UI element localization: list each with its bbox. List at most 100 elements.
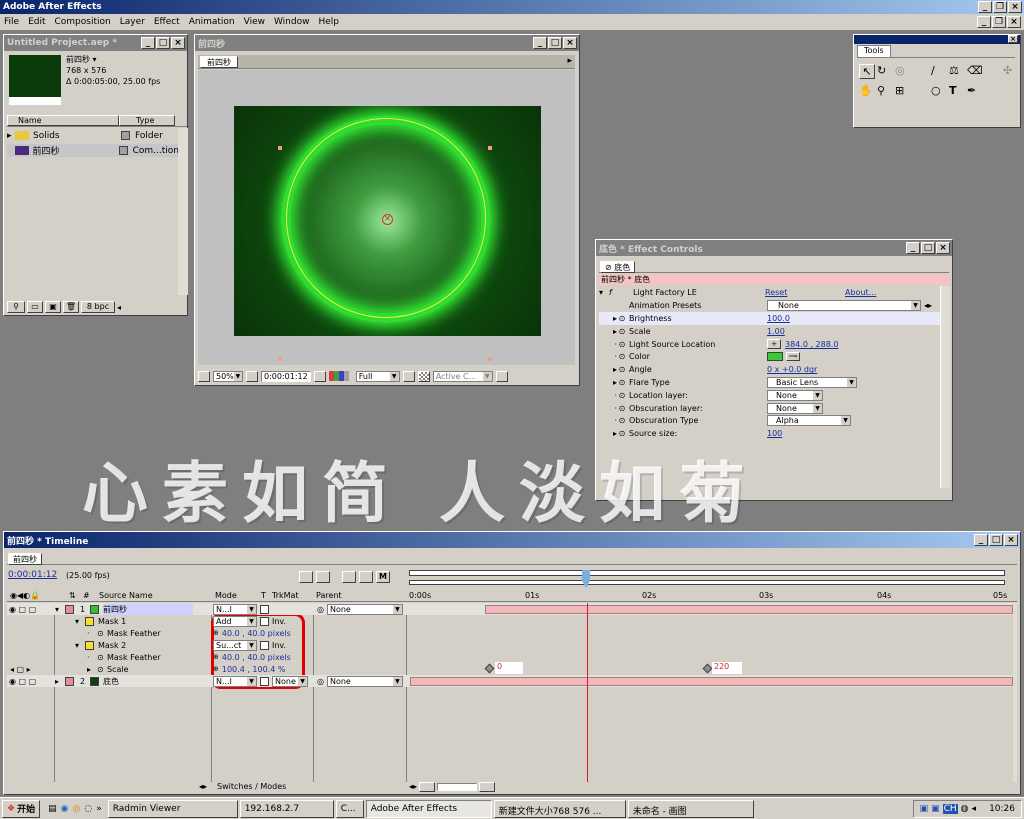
menu-animation[interactable]: Animation bbox=[189, 17, 235, 27]
label-swatch[interactable] bbox=[65, 604, 74, 614]
light-source-icon[interactable]: × bbox=[382, 214, 393, 225]
tools-tab[interactable]: Tools bbox=[857, 45, 891, 57]
stopwatch-icon[interactable]: ⊙ bbox=[617, 429, 627, 438]
timeline-row[interactable]: ▾ Mask 1 Add ▼ Inv. bbox=[7, 615, 1017, 627]
pan-behind-icon[interactable]: ⊞ bbox=[895, 84, 911, 97]
show-desktop-icon[interactable]: ▤ bbox=[48, 804, 57, 814]
presets-dropdown[interactable]: None ▼ bbox=[767, 300, 921, 311]
stopwatch-icon[interactable]: ⊙ bbox=[617, 391, 627, 400]
messenger-icon[interactable]: ◌ bbox=[84, 804, 92, 814]
comp-min[interactable]: _ bbox=[533, 37, 547, 49]
stopwatch-icon[interactable]: ⊙ bbox=[617, 378, 627, 387]
taskbar-item[interactable]: 新建文件大小768 576 ... bbox=[493, 799, 626, 818]
effect-value[interactable]: 1.00 bbox=[767, 327, 785, 336]
text-tool-icon[interactable]: T bbox=[949, 84, 965, 97]
draft-3d-icon[interactable] bbox=[342, 571, 356, 583]
effect-prop-row[interactable]: ▸ ⊙ Source size: 100 bbox=[599, 427, 940, 440]
effect-prop-row[interactable]: · ⊙ Light Source Location +384.0 , 288.0 bbox=[599, 338, 940, 351]
find-icon[interactable]: ⚲ bbox=[7, 301, 25, 313]
doc-minimize[interactable]: _ bbox=[977, 16, 991, 28]
new-comp-icon[interactable]: ▣ bbox=[45, 301, 61, 313]
project-item[interactable]: ▸ Solids Folder bbox=[7, 129, 178, 142]
expand-icon[interactable]: ▸ bbox=[599, 314, 617, 323]
tray-icon[interactable]: ▣ bbox=[931, 804, 940, 814]
property-value[interactable]: 100.4 , 100.4 % bbox=[222, 665, 286, 674]
ellipse-tool-icon[interactable]: ○ bbox=[931, 84, 947, 97]
switches-modes-button[interactable]: Switches / Modes bbox=[217, 782, 286, 791]
effect-dropdown[interactable]: Basic Lens ▼ bbox=[767, 377, 857, 388]
effect-prop-row[interactable]: ▸ ⊙ Brightness 100.0 bbox=[599, 312, 940, 325]
stopwatch-icon[interactable]: ⊙ bbox=[617, 327, 627, 336]
timeline-tab[interactable]: 前四秒 bbox=[8, 553, 42, 565]
frame-blending-icon[interactable] bbox=[359, 571, 373, 583]
trash-icon[interactable]: 🗑 bbox=[63, 301, 79, 313]
close-button[interactable]: × bbox=[1008, 1, 1022, 13]
av-switches[interactable]: ◉ ▢ ▢ bbox=[7, 605, 55, 614]
timeline-min[interactable]: _ bbox=[974, 534, 988, 546]
stopwatch-icon[interactable]: ⊙ bbox=[97, 653, 107, 662]
effect-prop-row[interactable]: ▸ ⊙ Flare Type Basic Lens ▼ bbox=[599, 376, 940, 389]
current-time[interactable]: 0:00:01:12 bbox=[8, 570, 57, 580]
resolution-dropdown[interactable]: Full ▼ bbox=[355, 370, 400, 382]
tools-close[interactable]: × bbox=[1008, 35, 1018, 43]
taskbar-item[interactable]: Radmin Viewer bbox=[107, 799, 238, 818]
bpc-button[interactable]: 8 bpc bbox=[81, 301, 115, 313]
effect-tab[interactable]: ⊘ 底色 bbox=[600, 261, 636, 273]
motion-blur-icon[interactable]: M bbox=[376, 571, 390, 583]
menu-edit[interactable]: Edit bbox=[28, 17, 45, 27]
expand-icon[interactable]: · bbox=[599, 352, 617, 361]
effect-prop-row[interactable]: · ⊙ Obscuration Type Alpha ▼ bbox=[599, 414, 940, 427]
effect-dropdown[interactable]: None ▼ bbox=[767, 389, 823, 401]
project-item[interactable]: 前四秒 Com...tion bbox=[7, 144, 178, 157]
project-max[interactable]: □ bbox=[156, 37, 170, 49]
effect-scrollbar[interactable] bbox=[940, 286, 950, 488]
handle[interactable] bbox=[278, 357, 282, 361]
zoom-tool-icon[interactable]: ⚲ bbox=[877, 84, 893, 97]
menu-window[interactable]: Window bbox=[274, 17, 310, 27]
stopwatch-icon[interactable]: ⊙ bbox=[617, 314, 627, 323]
expand-icon[interactable]: ▾ bbox=[75, 641, 85, 650]
layer1-duration-bar[interactable] bbox=[485, 605, 1013, 614]
pen-tool-icon[interactable]: ✒ bbox=[967, 84, 983, 97]
rotation-tool-icon[interactable]: ↻ bbox=[877, 64, 893, 79]
av-switches[interactable]: ◉ ▢ ▢ bbox=[7, 677, 55, 686]
stopwatch-icon[interactable]: ⊙ bbox=[617, 416, 627, 425]
volume-icon[interactable]: ◂ bbox=[972, 804, 977, 814]
expand-icon[interactable]: ▸ bbox=[87, 665, 97, 674]
mode-dropdown[interactable]: N...l ▼ bbox=[213, 603, 257, 615]
handle[interactable] bbox=[488, 357, 492, 361]
expand-icon[interactable]: · bbox=[87, 653, 97, 662]
taskbar-item[interactable]: C... bbox=[335, 799, 364, 818]
restore-button[interactable]: ❐ bbox=[993, 1, 1007, 13]
view-options-icon[interactable] bbox=[495, 370, 508, 382]
zoom-slider[interactable] bbox=[437, 783, 478, 791]
start-button[interactable]: ❖ 开始 bbox=[2, 799, 41, 818]
menu-file[interactable]: File bbox=[4, 17, 19, 27]
effect-prop-row[interactable]: ▸ ⊙ Angle 0 x +0.0 dgr bbox=[599, 363, 940, 376]
expand-icon[interactable]: ▸ bbox=[599, 429, 617, 438]
eraser-tool-icon[interactable]: ⌫ bbox=[967, 64, 983, 79]
taskbar-item[interactable]: 未命名 - 画图 bbox=[627, 799, 754, 818]
trkmat-dropdown[interactable]: None ▼ bbox=[272, 675, 308, 687]
effect-value[interactable]: 384.0 , 288.0 bbox=[781, 340, 838, 349]
expand-icon[interactable]: ▸ bbox=[599, 365, 617, 374]
hand-tool-icon[interactable]: ✋ bbox=[859, 84, 875, 97]
zoom-dropdown[interactable]: 50% ▼ bbox=[213, 370, 243, 382]
expand-icon[interactable]: · bbox=[87, 629, 97, 638]
mode-dropdown[interactable]: Add ▼ bbox=[213, 615, 257, 627]
doc-restore[interactable]: ❐ bbox=[992, 16, 1006, 28]
comp-flowchart-icon[interactable] bbox=[299, 571, 313, 583]
effect-dropdown[interactable]: None ▼ bbox=[767, 402, 823, 414]
current-time-indicator[interactable] bbox=[582, 570, 590, 588]
layer2-duration-bar[interactable] bbox=[410, 677, 1013, 686]
comp-canvas[interactable]: × bbox=[198, 70, 575, 365]
safe-zones-icon[interactable] bbox=[198, 370, 210, 382]
stopwatch-icon[interactable]: ⊙ bbox=[617, 340, 627, 349]
menu-view[interactable]: View bbox=[244, 17, 265, 27]
effect-value[interactable]: 0 x +0.0 dgr bbox=[767, 365, 817, 374]
invert-checkbox[interactable] bbox=[260, 616, 269, 626]
effect-prop-row[interactable]: · ⊙ Color ⟹ bbox=[599, 350, 940, 363]
timeline-max[interactable]: □ bbox=[989, 534, 1003, 546]
tray-icon[interactable]: ◍ bbox=[961, 804, 969, 814]
expand-icon[interactable]: · bbox=[599, 416, 617, 425]
